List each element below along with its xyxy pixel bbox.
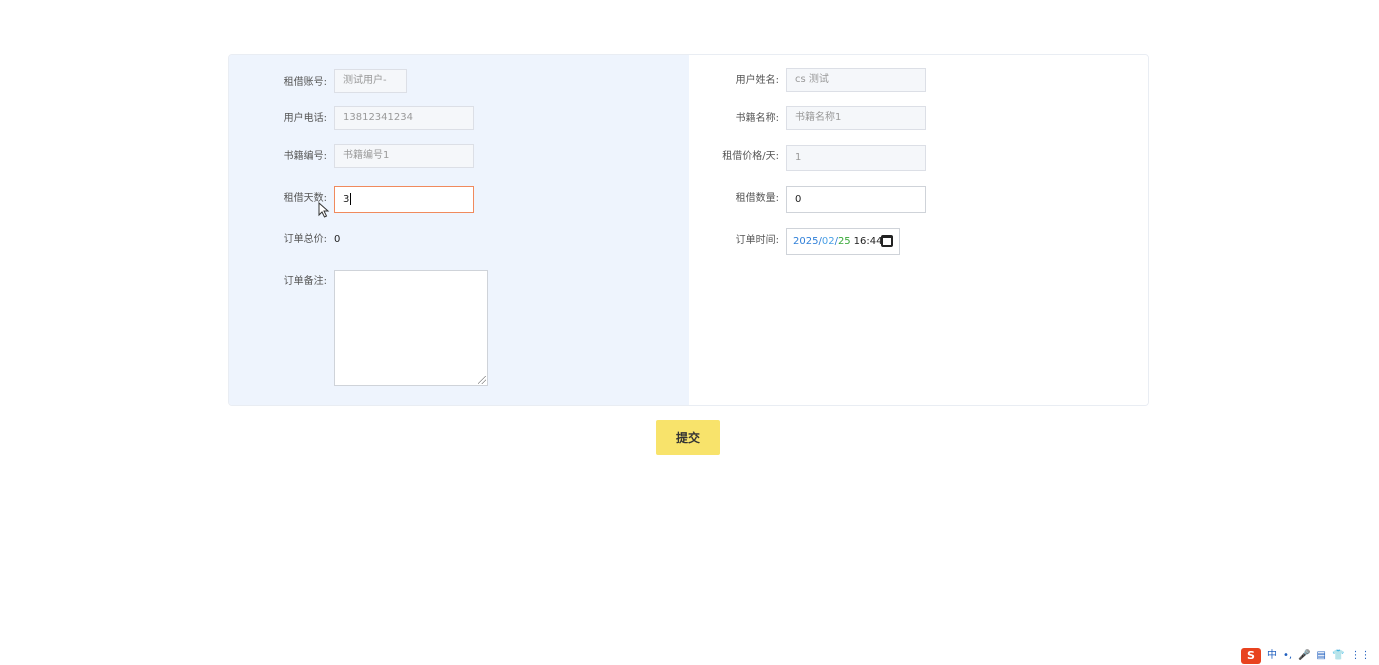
ime-logo-icon[interactable]: S: [1241, 648, 1261, 664]
phone-label: 用户电话: [259, 113, 327, 125]
book-name-label: 书籍名称: [699, 113, 779, 125]
ime-skin-icon[interactable]: 👕: [1332, 648, 1344, 664]
total-label: 订单总价: [259, 234, 327, 246]
ime-voice-icon[interactable]: 🎤: [1298, 648, 1310, 664]
order-time-month: 02: [821, 236, 835, 247]
book-id-label: 书籍编号: [259, 151, 327, 163]
quantity-label: 租借数量: [699, 193, 779, 205]
days-label: 租借天数: [259, 193, 327, 205]
text-caret: [350, 193, 352, 205]
book-name-input[interactable]: 书籍名称1: [786, 106, 926, 130]
order-time-clock: 16:44: [853, 236, 883, 247]
ime-punctuation-icon[interactable]: •,: [1283, 648, 1292, 664]
submit-button[interactable]: 提交: [656, 420, 720, 455]
phone-input[interactable]: 13812341234: [334, 106, 474, 130]
order-time-input[interactable]: 2025/02/25 16:44: [786, 228, 900, 255]
days-input[interactable]: 3: [334, 186, 474, 213]
mouse-pointer-icon: [318, 202, 330, 218]
account-input[interactable]: 测试用户-: [334, 69, 407, 93]
order-time-label: 订单时间: [699, 235, 779, 247]
user-name-label: 用户姓名: [699, 75, 779, 87]
price-label: 租借价格/天: [699, 151, 779, 163]
user-name-input[interactable]: cs 测试: [786, 68, 926, 92]
price-input[interactable]: 1: [786, 145, 926, 171]
ime-toolbar[interactable]: S 中 •, 🎤 ▤ 👕 ⋮⋮: [1241, 647, 1379, 665]
book-id-input[interactable]: 书籍编号1: [334, 144, 474, 168]
ime-tools-icon[interactable]: ⋮⋮: [1350, 648, 1370, 664]
resize-grip-icon[interactable]: [478, 376, 486, 384]
ime-keyboard-icon[interactable]: ▤: [1317, 648, 1326, 664]
days-value: 3: [343, 194, 350, 205]
quantity-input[interactable]: 0: [786, 186, 926, 213]
order-form-card: 租借账号 测试用户- 用户电话 13812341234 书籍编号 书籍编号1 租…: [228, 54, 1149, 406]
left-form-panel: 租借账号 测试用户- 用户电话 13812341234 书籍编号 书籍编号1 租…: [229, 55, 689, 405]
right-form-panel: 用户姓名 cs 测试 书籍名称 书籍名称1 租借价格/天 1 租借数量 0 订单…: [689, 55, 1148, 405]
ime-language-toggle[interactable]: 中: [1267, 648, 1277, 664]
calendar-icon[interactable]: [881, 235, 893, 247]
note-textarea[interactable]: [334, 270, 488, 386]
total-value: 0: [334, 234, 341, 245]
account-label: 租借账号: [259, 77, 327, 89]
order-time-day: 25: [837, 236, 851, 247]
order-time-year: 2025: [793, 236, 819, 247]
note-label: 订单备注: [259, 276, 327, 288]
